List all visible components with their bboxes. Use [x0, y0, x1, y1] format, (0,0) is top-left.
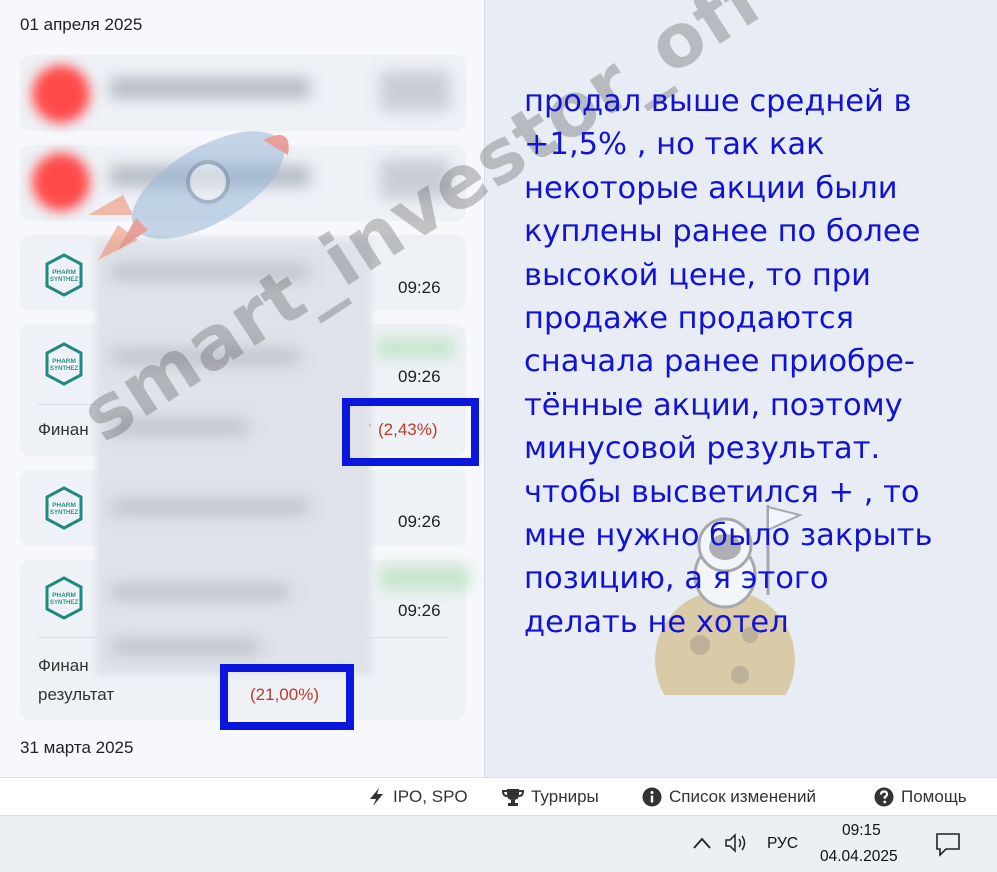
ipo-link[interactable]: IPO, SPO: [368, 787, 468, 807]
notifications-icon[interactable]: [934, 830, 962, 858]
svg-text:SYNTHEZ: SYNTHEZ: [50, 510, 78, 516]
transaction-time: 09:26: [398, 367, 441, 386]
date-header: 01 апреля 2025: [20, 15, 143, 34]
taskbar: РУС 09:15 04.04.2025: [0, 815, 997, 872]
app-footer: IPO, SPO Турниры Список изменений Помощь: [0, 777, 997, 815]
date-header: 31 марта 2025: [20, 738, 134, 757]
transaction-time: 09:26: [398, 512, 441, 531]
changelog-link[interactable]: Список изменений: [642, 787, 816, 807]
highlight-box: [342, 398, 479, 466]
help-icon: [874, 787, 894, 807]
trophy-icon: [502, 789, 524, 806]
svg-text:PHARM: PHARM: [52, 592, 76, 599]
pharmsynthez-logo-icon: PHARM SYNTHEZ: [45, 486, 83, 530]
result-label-2: результат: [38, 685, 115, 704]
transaction-time: 09:26: [398, 601, 441, 620]
pharmsynthez-logo-icon: PHARM SYNTHEZ: [45, 576, 83, 620]
instrument-logo: [32, 65, 90, 123]
svg-text:SYNTHEZ: SYNTHEZ: [50, 600, 78, 606]
result-label: Финан: [38, 656, 89, 675]
info-icon: [642, 787, 662, 807]
clock-date[interactable]: 04.04.2025: [820, 848, 898, 866]
speaker-icon[interactable]: [724, 832, 750, 854]
highlight-box: [220, 664, 354, 730]
transaction-time: 09:26: [398, 278, 441, 297]
svg-text:SYNTHEZ: SYNTHEZ: [50, 277, 78, 283]
help-link[interactable]: Помощь: [874, 787, 967, 807]
result-label: Финан: [38, 420, 89, 439]
svg-text:PHARM: PHARM: [52, 502, 76, 509]
rocket-icon: [88, 131, 289, 260]
svg-text:SYNTHEZ: SYNTHEZ: [50, 366, 78, 372]
svg-text:PHARM: PHARM: [52, 269, 76, 276]
annotation-text: продал выше средней в +1,5% , но так как…: [524, 84, 933, 640]
tournaments-link[interactable]: Турниры: [502, 787, 599, 807]
chevron-up-icon[interactable]: [692, 836, 712, 850]
svg-text:PHARM: PHARM: [52, 358, 76, 365]
lightning-icon: [370, 788, 383, 806]
clock-time[interactable]: 09:15: [842, 822, 881, 840]
language-indicator[interactable]: РУС: [767, 835, 798, 853]
